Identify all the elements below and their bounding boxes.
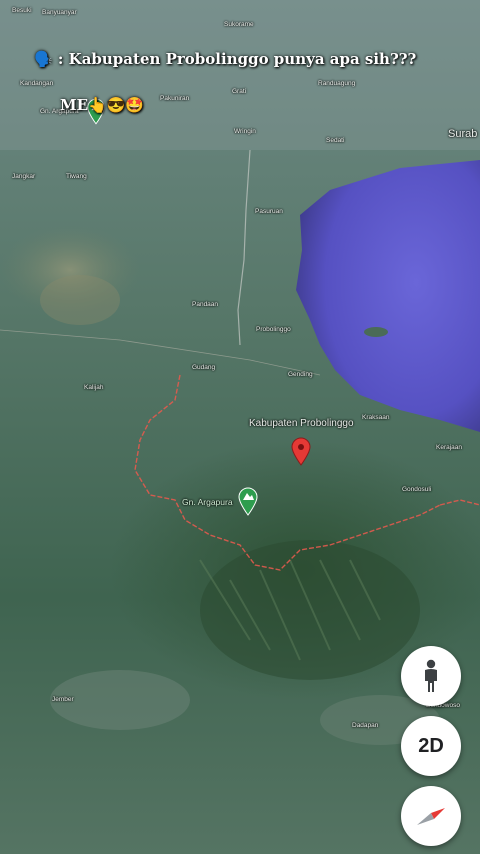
place-label-besuki: Besuki — [12, 7, 32, 14]
place-label-pandaan: Pandaan — [192, 301, 219, 308]
caption-text: 🗣️ : Kabupaten Probolinggo punya apa sih… — [34, 50, 417, 68]
place-label-banyuanyar: Banyuanyar — [42, 9, 77, 16]
place-label-gn-argapura[interactable]: Gn. Argapura — [182, 497, 233, 507]
place-label-gondosuli: Gondosuli — [402, 486, 432, 493]
place-label-pasuruan: Pasuruan — [255, 208, 283, 215]
place-label-sedati: Sedati — [326, 137, 345, 144]
place-label-gending: Gending — [288, 371, 313, 378]
place-label-gudang: Gudang — [192, 364, 216, 371]
place-label-tiwang: Tiwang — [66, 173, 87, 180]
place-label-pakuniran: Pakuniran — [160, 95, 190, 102]
place-label-kerajaan: Kerajaan — [436, 444, 463, 451]
place-label-surabaya: Surab — [448, 128, 478, 140]
street-view-button[interactable] — [401, 646, 461, 706]
place-label-grati: Grati — [232, 88, 247, 95]
place-label-kabupaten-probolinggo[interactable]: Kabupaten Probolinggo — [249, 418, 354, 429]
place-label-sukorame: Sukorame — [224, 21, 254, 28]
red-location-pin-icon[interactable] — [290, 436, 312, 466]
place-label-dadapan: Dadapan — [352, 722, 379, 729]
view-mode-2d-button[interactable]: 2D — [401, 716, 461, 776]
place-label-jangkar: Jangkar — [12, 173, 36, 180]
mountain-pin-icon[interactable] — [237, 486, 259, 516]
pegman-icon — [425, 659, 437, 692]
view-mode-label: 2D — [418, 734, 444, 757]
place-label-kandangan: Kandangan — [20, 80, 54, 87]
compass-button[interactable] — [401, 786, 461, 846]
place-label-randuagung: Randuagung — [318, 80, 356, 87]
place-label-wringin: Wringin — [234, 128, 256, 135]
caption-me: ME👆😎🤩 — [60, 96, 145, 114]
place-label-jember: Jember — [52, 696, 74, 703]
place-label-probolinggo-city: Probolinggo — [256, 326, 291, 333]
place-label-kalijah: Kalijah — [84, 384, 104, 391]
compass-icon — [417, 808, 445, 825]
place-label-kraksaan: Kraksaan — [362, 414, 390, 421]
